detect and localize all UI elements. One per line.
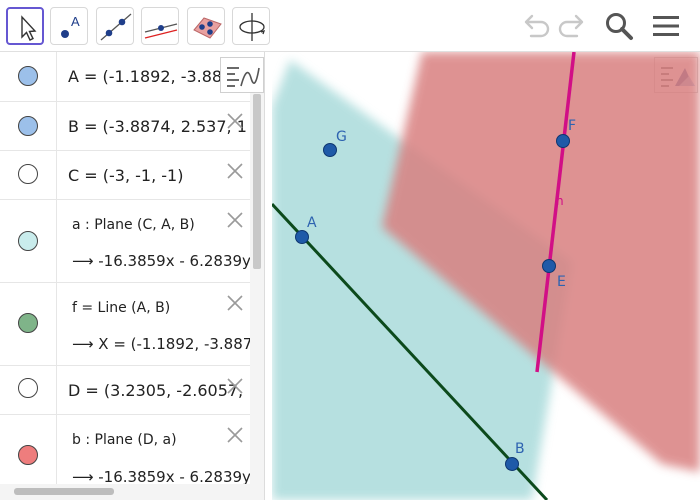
object-value: ⟶ X = (-1.1892, -3.8874 xyxy=(72,335,250,353)
plane-three-points-icon xyxy=(193,17,222,39)
close-icon xyxy=(227,163,243,179)
close-icon xyxy=(227,295,243,311)
visibility-toggle[interactable] xyxy=(18,116,38,136)
algebra-vertical-scrollbar[interactable] xyxy=(250,92,264,500)
row-divider xyxy=(56,283,57,365)
visibility-toggle[interactable] xyxy=(18,378,38,398)
visibility-toggle[interactable] xyxy=(18,66,38,86)
algebra-style-bar-button[interactable] xyxy=(220,57,264,93)
delete-button[interactable] xyxy=(226,112,244,130)
arrow-cursor-icon xyxy=(21,15,37,41)
row-divider xyxy=(56,200,57,282)
point-f-label: F xyxy=(568,118,576,134)
row-divider xyxy=(56,151,57,199)
object-definition[interactable]: f = Line (A, B) xyxy=(72,300,252,316)
object-definition[interactable]: C = (-3, -1, -1) xyxy=(68,166,248,185)
close-icon xyxy=(227,378,243,394)
visibility-toggle[interactable] xyxy=(18,445,38,465)
search-icon xyxy=(606,13,633,40)
rotate-3d-view-tool-button[interactable] xyxy=(232,7,270,45)
algebra-row-line-f[interactable]: f = Line (A, B) ⟶ X = (-1.1892, -3.8874 xyxy=(0,283,250,366)
rotate-3d-view-icon xyxy=(239,13,266,41)
main-menu-button[interactable] xyxy=(648,8,684,44)
scrollbar-thumb[interactable] xyxy=(253,94,261,269)
object-definition[interactable]: a : Plane (C, A, B) xyxy=(72,217,252,233)
object-definition[interactable]: D = (3.2305, -2.6057, 0) xyxy=(68,381,248,400)
point-tool-button[interactable]: A xyxy=(50,7,88,45)
object-value: ⟶ -16.3859x - 6.2839y xyxy=(72,252,250,270)
delete-button[interactable] xyxy=(226,377,244,395)
perpendicular-line-icon xyxy=(144,23,178,39)
visibility-toggle[interactable] xyxy=(18,164,38,184)
line-icon xyxy=(100,13,132,41)
algebra-row-c-point[interactable]: C = (-3, -1, -1) xyxy=(0,151,250,200)
algebra-style-bar-icon xyxy=(227,67,260,87)
line-tool-button[interactable] xyxy=(96,7,134,45)
delete-button[interactable] xyxy=(226,294,244,312)
delete-button[interactable] xyxy=(226,426,244,444)
move-tool-button[interactable] xyxy=(6,7,44,45)
algebra-row-a-point[interactable]: A = (-1.1892, -3.8874, 0) xyxy=(0,52,250,102)
undo-icon xyxy=(524,14,550,38)
algebra-row-d-point[interactable]: D = (3.2305, -2.6057, 0) xyxy=(0,366,250,415)
graphics-3d-view[interactable]: h G A F E B xyxy=(272,52,700,500)
undo-button[interactable] xyxy=(517,8,553,44)
search-button[interactable] xyxy=(601,8,637,44)
point-e-label: E xyxy=(557,274,566,290)
scrollbar-thumb[interactable] xyxy=(14,488,114,495)
plane-three-points-tool-button[interactable] xyxy=(187,7,225,45)
point-icon: A xyxy=(61,14,80,38)
toolbar: A xyxy=(0,0,700,52)
delete-button[interactable] xyxy=(226,162,244,180)
redo-button[interactable] xyxy=(555,8,591,44)
row-divider xyxy=(56,366,57,414)
algebra-row-b-point[interactable]: B = (-3.8874, 2.537, 1) xyxy=(0,102,250,151)
row-divider xyxy=(56,52,57,101)
object-definition[interactable]: b : Plane (D, a) xyxy=(72,432,252,448)
svg-text:A: A xyxy=(71,14,80,29)
point-g-label: G xyxy=(336,129,347,145)
menu-icon xyxy=(653,16,679,36)
close-icon xyxy=(227,113,243,129)
algebra-row-plane-a[interactable]: a : Plane (C, A, B) ⟶ -16.3859x - 6.2839… xyxy=(0,200,250,283)
delete-button[interactable] xyxy=(226,211,244,229)
point-b-label: B xyxy=(515,441,525,457)
visibility-toggle[interactable] xyxy=(18,231,38,251)
algebra-horizontal-scrollbar[interactable] xyxy=(0,484,250,500)
row-divider xyxy=(56,102,57,150)
graphics-canvas[interactable]: h G A F E B xyxy=(272,52,700,500)
object-definition[interactable]: B = (-3.8874, 2.537, 1) xyxy=(68,117,248,136)
point-a-label: A xyxy=(307,215,317,231)
visibility-toggle[interactable] xyxy=(18,313,38,333)
close-icon xyxy=(227,212,243,228)
close-icon xyxy=(227,427,243,443)
algebra-view: A = (-1.1892, -3.8874, 0) B = (-3.8874, … xyxy=(0,52,265,500)
redo-icon xyxy=(558,14,584,38)
perpendicular-line-tool-button[interactable] xyxy=(141,7,179,45)
line-h-label: h xyxy=(556,194,564,208)
